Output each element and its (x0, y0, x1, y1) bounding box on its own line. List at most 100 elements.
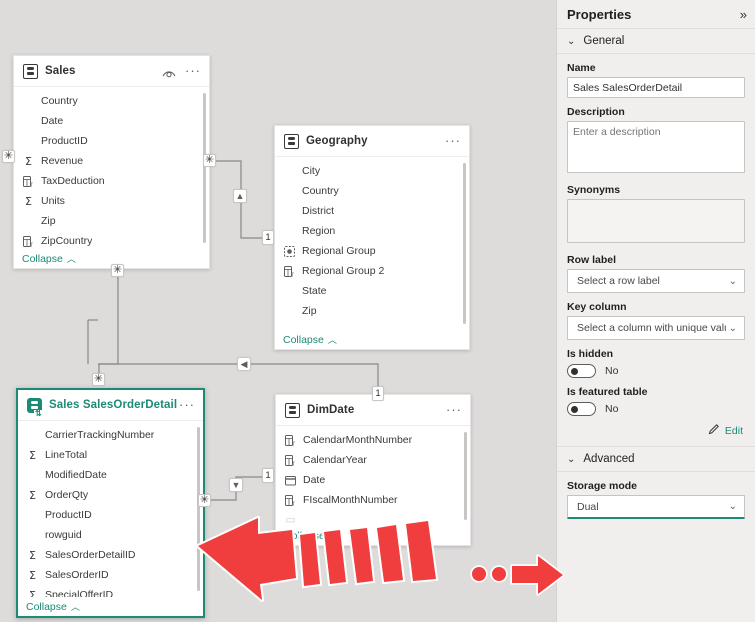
field-row[interactable]: Country (14, 91, 209, 111)
field-row[interactable]: Σ OrderQty (18, 485, 203, 505)
field-row[interactable]: Regional Group (275, 241, 469, 261)
field-list-scrollbar[interactable] (463, 163, 466, 324)
field-name: TaxDeduction (41, 175, 105, 187)
field-row[interactable]: ƒ FIscalMonthNumber (276, 490, 470, 510)
field-list-scrollbar[interactable] (464, 432, 467, 520)
field-name: SpecialOfferID (45, 589, 114, 597)
chevron-down-icon: ⌄ (567, 453, 576, 465)
table-card-sales-salesorderdetail[interactable]: ⇅ Sales SalesOrderDetail ··· CarrierTrac… (16, 388, 205, 618)
model-canvas[interactable]: ✳ ✳ ▲ 1 ✳ ✳ ◀ 1 ✳ ▼ 1 Sales ··· Country … (0, 0, 556, 622)
selection-highlight (18, 388, 203, 389)
table-card-dimdate[interactable]: DimDate ··· ƒ CalendarMonthNumber ƒ Cale… (275, 394, 471, 546)
field-row[interactable]: Σ LineTotal (18, 445, 203, 465)
field-row[interactable]: ƒ Regional Group 2 (275, 261, 469, 281)
field-row[interactable]: District (275, 201, 469, 221)
field-list-scrollbar[interactable] (203, 93, 206, 243)
field-name: OrderQty (45, 489, 89, 501)
field-row[interactable]: ProductID (14, 131, 209, 151)
cardinality-badge-one[interactable]: 1 (262, 230, 274, 245)
field-row[interactable]: Zip (275, 301, 469, 321)
field-row[interactable]: Σ Revenue (14, 151, 209, 171)
table-field-list[interactable]: CarrierTrackingNumber Σ LineTotal Modifi… (18, 421, 203, 597)
field-row-partial[interactable]: — (275, 321, 469, 330)
cardinality-badge-one[interactable]: 1 (372, 386, 384, 401)
collapse-button[interactable]: Collapse ︿ (18, 597, 203, 616)
table-card-sales[interactable]: Sales ··· Country Date ProductID Σ Reven… (13, 55, 210, 269)
field-row[interactable]: Σ SalesOrderDetailID (18, 545, 203, 565)
table-field-list[interactable]: Country Date ProductID Σ Revenue ƒ TaxDe… (14, 87, 209, 249)
field-row[interactable]: Zip (14, 211, 209, 231)
field-name: Region (302, 225, 336, 237)
cross-filter-direction-icon[interactable]: ▼ (229, 478, 243, 492)
calculated-column-icon: ƒ (21, 235, 36, 247)
storage-mode-dropdown[interactable]: Dual ⌄ (567, 495, 745, 519)
field-row[interactable]: ModifiedDate (18, 465, 203, 485)
field-row[interactable]: Region (275, 221, 469, 241)
field-name: rowguid (45, 529, 82, 541)
synonyms-textarea[interactable] (567, 199, 745, 243)
field-list-scrollbar[interactable] (197, 427, 200, 591)
calculated-column-icon: ƒ (21, 175, 36, 187)
cardinality-badge-many[interactable]: ✳ (203, 154, 216, 167)
table-name: DimDate (307, 404, 355, 416)
field-row[interactable]: ProductID (18, 505, 203, 525)
is-hidden-label: Is hidden (567, 348, 614, 360)
field-row[interactable]: Date (276, 470, 470, 490)
field-row[interactable]: City (275, 161, 469, 181)
cardinality-badge-many[interactable]: ✳ (2, 150, 15, 163)
more-options-icon[interactable]: ··· (446, 403, 462, 416)
field-row[interactable]: State (275, 281, 469, 301)
field-row[interactable]: ƒ CalendarYear (276, 450, 470, 470)
field-row[interactable]: CarrierTrackingNumber (18, 425, 203, 445)
table-card-header[interactable]: Geography ··· (275, 126, 469, 157)
table-card-geography[interactable]: Geography ··· City Country District Regi… (274, 125, 470, 350)
collapse-button[interactable]: Collapse ︿ (276, 526, 470, 545)
field-row[interactable]: Σ SpecialOfferID (18, 585, 203, 598)
cross-filter-direction-icon[interactable]: ◀ (237, 357, 251, 371)
field-icon-none: — (282, 325, 297, 330)
hidden-eye-icon[interactable] (162, 66, 176, 78)
cardinality-badge-many[interactable]: ✳ (198, 494, 211, 507)
more-options-icon[interactable]: ··· (445, 134, 461, 147)
is-hidden-toggle[interactable] (567, 364, 596, 378)
more-options-icon[interactable]: ··· (185, 64, 201, 77)
name-input[interactable] (567, 77, 745, 98)
field-row[interactable]: ƒ TaxDeduction (14, 171, 209, 191)
storage-mode-label: Storage mode (567, 480, 638, 492)
field-row[interactable]: Σ SalesOrderID (18, 565, 203, 585)
row-label-dropdown[interactable]: Select a row label ⌄ (567, 269, 745, 293)
is-featured-table-toggle[interactable] (567, 402, 596, 416)
cardinality-badge-many[interactable]: ✳ (92, 373, 105, 386)
section-advanced[interactable]: ⌄ Advanced (557, 446, 755, 472)
properties-panel[interactable]: Properties » ⌄ General Name Description … (556, 0, 755, 622)
chevron-down-icon: ⌄ (728, 501, 737, 512)
field-row[interactable]: Σ Units (14, 191, 209, 211)
field-row-partial[interactable]: ▭ (276, 510, 470, 526)
double-chevron-right-icon[interactable]: » (740, 7, 747, 22)
field-row[interactable]: rowguid (18, 525, 203, 545)
cross-filter-direction-icon[interactable]: ▲ (233, 189, 247, 203)
key-column-dropdown[interactable]: Select a column with unique values ⌄ (567, 316, 745, 340)
collapse-button[interactable]: Collapse ︿ (275, 330, 469, 349)
section-general[interactable]: ⌄ General (557, 28, 755, 54)
description-textarea[interactable] (567, 121, 745, 173)
sigma-icon: Σ (29, 588, 36, 598)
edit-button[interactable]: Edit (557, 416, 755, 446)
field-row[interactable]: Country (275, 181, 469, 201)
group-icon (282, 245, 297, 257)
field-row[interactable]: Date (14, 111, 209, 131)
more-options-icon[interactable]: ··· (179, 398, 195, 411)
svg-text:ƒ: ƒ (292, 441, 295, 446)
cardinality-badge-many[interactable]: ✳ (111, 264, 124, 277)
table-name: Sales SalesOrderDetail (49, 399, 178, 411)
field-row[interactable]: ƒ CalendarMonthNumber (276, 430, 470, 450)
field-name: CalendarMonthNumber (303, 434, 413, 446)
is-hidden-value: No (605, 365, 619, 377)
cardinality-badge-one[interactable]: 1 (262, 468, 274, 483)
table-card-header[interactable]: ⇅ Sales SalesOrderDetail ··· (18, 390, 203, 421)
table-card-header[interactable]: Sales ··· (14, 56, 209, 87)
section-label: Advanced (583, 453, 635, 465)
field-row[interactable]: ƒ ZipCountry (14, 231, 209, 249)
table-field-list[interactable]: ƒ CalendarMonthNumber ƒ CalendarYear Dat… (276, 426, 470, 526)
table-field-list[interactable]: City Country District Region Regional Gr… (275, 157, 469, 330)
